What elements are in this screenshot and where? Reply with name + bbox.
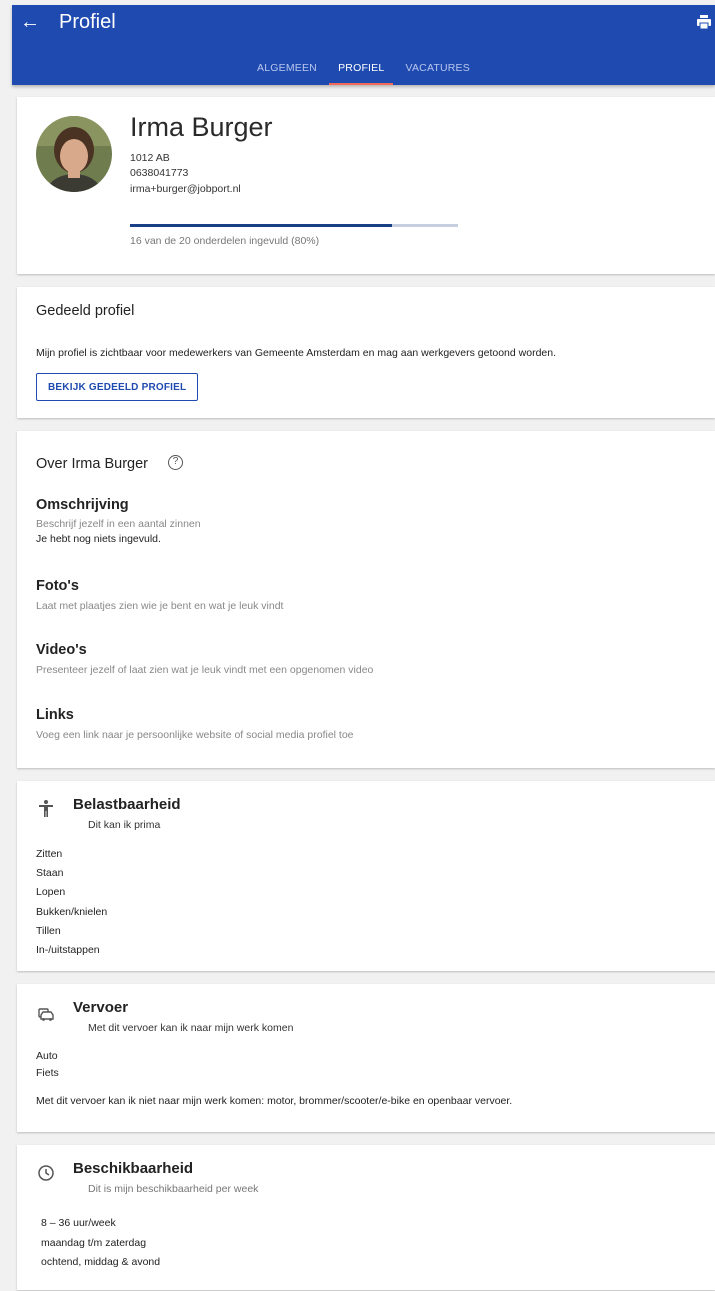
photos-title[interactable]: Foto's <box>36 578 79 594</box>
videos-title[interactable]: Video's <box>36 642 87 658</box>
avatar[interactable] <box>36 116 112 192</box>
availability-card: Beschikbaarheid Dit is mijn beschikbaarh… <box>17 1145 715 1290</box>
clock-icon <box>38 1165 54 1181</box>
transport-subtitle: Met dit vervoer kan ik naar mijn werk ko… <box>88 1022 294 1034</box>
profile-name: Irma Burger <box>130 112 273 142</box>
list-item: In-/uitstappen <box>36 944 100 956</box>
avatar-photo <box>36 116 112 192</box>
list-item: Bukken/knielen <box>36 906 108 918</box>
list-item: Zitten <box>36 848 63 860</box>
car-icon <box>38 1008 54 1021</box>
availability-parts: ochtend, middag & avond <box>41 1256 161 1268</box>
shared-profile-title: Gedeeld profiel <box>36 303 135 319</box>
profile-phone: 0638041773 <box>130 167 189 179</box>
about-card: Over Irma Burger ? Omschrijving Beschrij… <box>17 431 715 768</box>
load-capacity-card: Belastbaarheid Dit kan ik prima Zitten S… <box>17 781 715 971</box>
page-title: Profiel <box>59 11 116 33</box>
help-icon[interactable]: ? <box>168 455 183 470</box>
description-value: Je hebt nog niets ingevuld. <box>36 533 161 545</box>
list-item: Fiets <box>36 1067 59 1079</box>
tab-bar: ALGEMEEN PROFIEL VACATURES <box>12 55 715 85</box>
videos-hint: Presenteer jezelf of laat zien wat je le… <box>36 664 374 676</box>
list-item: Auto <box>36 1050 58 1062</box>
profile-email: irma+burger@jobport.nl <box>130 183 241 195</box>
availability-days: maandag t/m zaterdag <box>41 1237 147 1249</box>
tab-algemeen[interactable]: ALGEMEEN <box>248 55 326 85</box>
tab-profiel[interactable]: PROFIEL <box>329 55 394 85</box>
profile-progress-bar <box>130 224 458 227</box>
shared-profile-text: Mijn profiel is zichtbaar voor medewerke… <box>36 347 557 359</box>
load-subtitle: Dit kan ik prima <box>88 819 161 831</box>
app-bar: ← Profiel ALGEMEEN PROFIEL VACATURES <box>12 5 715 85</box>
availability-title: Beschikbaarheid <box>73 1160 194 1177</box>
profile-card: Irma Burger 1012 AB 0638041773 irma+burg… <box>17 97 715 274</box>
transport-title: Vervoer <box>73 999 129 1016</box>
transport-note: Met dit vervoer kan ik niet naar mijn we… <box>36 1095 513 1107</box>
progress-fill <box>130 224 393 227</box>
description-title[interactable]: Omschrijving <box>36 497 129 513</box>
load-title: Belastbaarheid <box>73 796 181 813</box>
profile-postcode: 1012 AB <box>130 152 170 164</box>
list-item: Lopen <box>36 886 66 898</box>
availability-subtitle: Dit is mijn beschikbaarheid per week <box>88 1183 259 1195</box>
person-icon <box>39 800 53 817</box>
description-hint: Beschrijf jezelf in een aantal zinnen <box>36 518 201 530</box>
links-hint: Voeg een link naar je persoonlijke websi… <box>36 729 354 741</box>
list-item: Tillen <box>36 925 61 937</box>
transport-card: Vervoer Met dit vervoer kan ik naar mijn… <box>17 984 715 1132</box>
arrow-left-icon[interactable]: ← <box>20 11 40 33</box>
list-item: Staan <box>36 867 64 879</box>
photos-hint: Laat met plaatjes zien wie je bent en wa… <box>36 600 284 612</box>
view-shared-profile-button[interactable]: BEKIJK GEDEELD PROFIEL <box>36 373 199 401</box>
tab-vacatures[interactable]: VACATURES <box>397 55 479 85</box>
links-title[interactable]: Links <box>36 707 74 723</box>
about-title: Over Irma Burger <box>36 456 148 472</box>
availability-hours: 8 – 36 uur/week <box>41 1217 116 1229</box>
shared-profile-card: Gedeeld profiel Mijn profiel is zichtbaa… <box>17 287 715 418</box>
profile-progress-text: 16 van de 20 onderdelen ingevuld (80%) <box>130 235 320 247</box>
printer-icon[interactable] <box>696 13 712 31</box>
